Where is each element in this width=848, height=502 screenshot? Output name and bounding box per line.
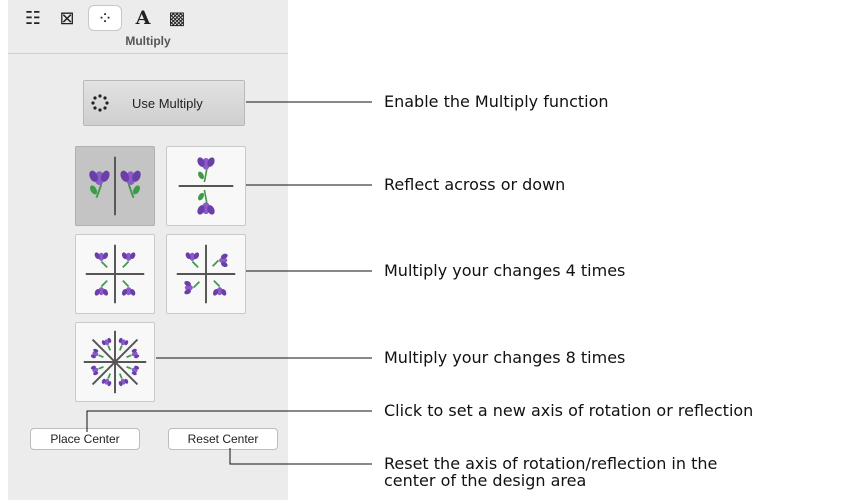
callout-place: Click to set a new axis of rotation or r… (384, 401, 754, 420)
callout-enable: Enable the Multiply function (384, 92, 609, 111)
callout-reset-line2: center of the design area (384, 471, 587, 490)
callout-times8: Multiply your changes 8 times (384, 348, 626, 367)
callout-times4: Multiply your changes 4 times (384, 261, 626, 280)
callout-reset-line1: Reset the axis of rotation/reflection in… (384, 454, 718, 473)
callout-reflect: Reflect across or down (384, 175, 566, 194)
callout-lines (86, 101, 372, 465)
